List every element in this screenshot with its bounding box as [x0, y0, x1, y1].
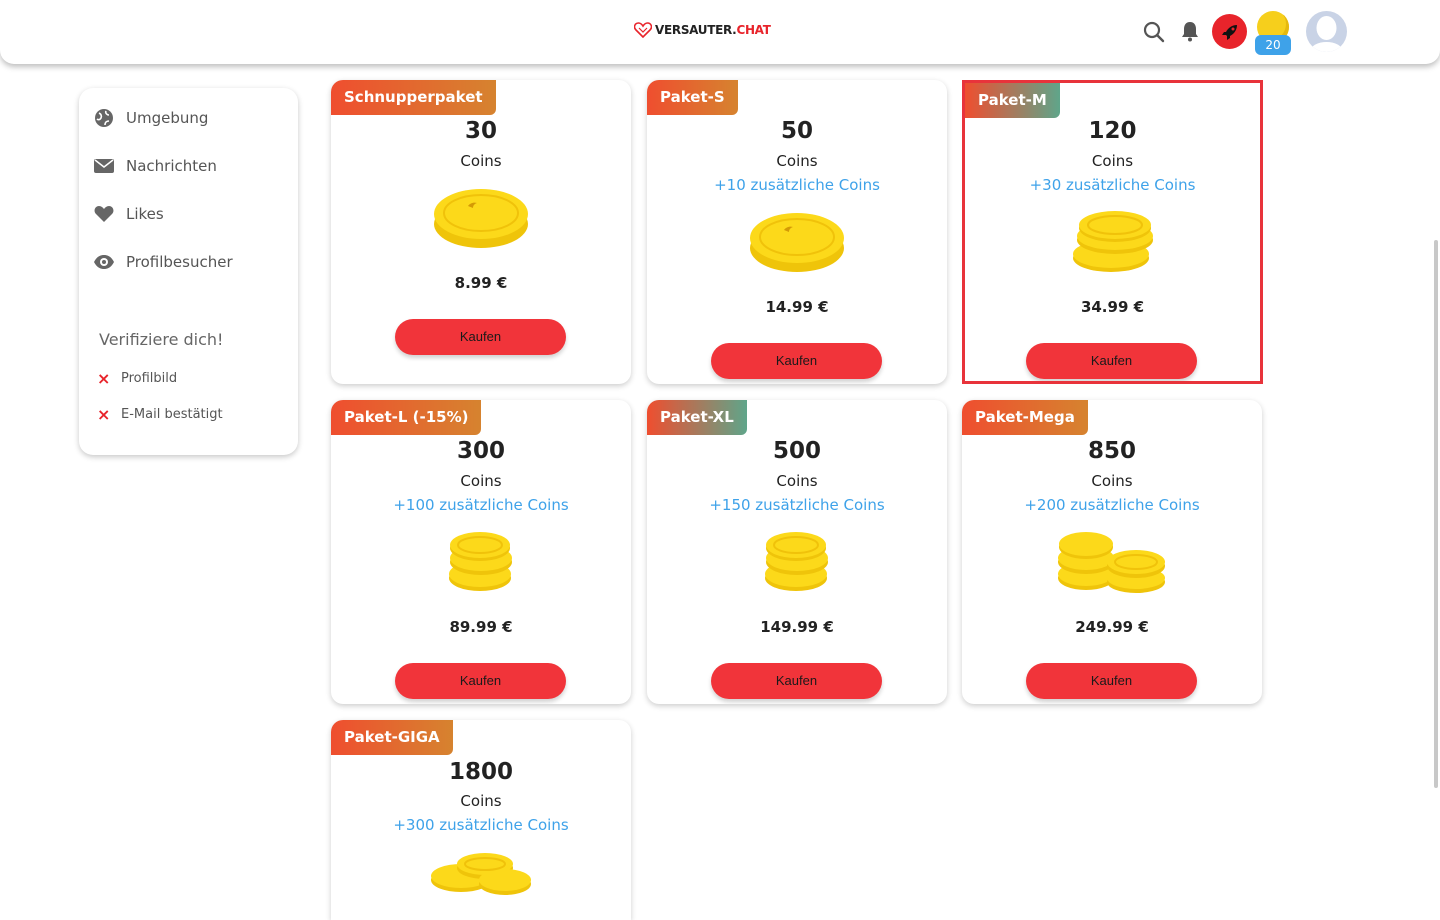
search-icon[interactable] [1142, 20, 1166, 48]
package-coin-amount: 850 [1087, 438, 1136, 464]
package-coin-amount: 300 [456, 438, 505, 464]
package-coin-unit: Coins [776, 152, 818, 170]
package-card[interactable]: Schnupperpaket 30 Coins 8.99 € Kaufen [331, 80, 631, 384]
buy-button[interactable]: Kaufen [711, 663, 882, 699]
coin-pile-icon [331, 850, 631, 910]
sidebar-item-profilbesucher[interactable]: Profilbesucher [94, 252, 233, 272]
package-price: 89.99 € [449, 618, 513, 636]
package-card-selected[interactable]: Paket-M 120 Coins +30 zusätzliche Coins … [962, 80, 1263, 384]
sidebar-item-label: Profilbesucher [126, 253, 233, 271]
package-bonus: +100 zusätzliche Coins [393, 496, 569, 514]
package-card[interactable]: Paket-XL 500 Coins +150 zusätzliche Coin… [647, 400, 947, 704]
buy-button[interactable]: Kaufen [395, 319, 566, 355]
package-coin-unit: Coins [460, 152, 502, 170]
package-price: 34.99 € [1080, 298, 1145, 316]
user-avatar[interactable] [1306, 11, 1347, 52]
coin-stack-icon [331, 530, 631, 594]
package-name-tag: Paket-Mega [962, 400, 1088, 435]
coin-balance-badge: 20 [1255, 35, 1291, 55]
package-card[interactable]: Paket-S 50 Coins +10 zusätzliche Coins 1… [647, 80, 947, 384]
package-coin-amount: 1800 [448, 759, 513, 785]
package-coin-unit: Coins [776, 472, 818, 490]
logo-text-accent: CHAT [736, 23, 771, 37]
logo-text-main: VERSAUTER. [655, 23, 737, 37]
package-coin-unit: Coins [460, 792, 502, 810]
buy-button[interactable]: Kaufen [1026, 343, 1197, 379]
package-name-tag: Paket-XL [647, 400, 747, 435]
verify-title: Verifiziere dich! [99, 330, 224, 349]
package-bonus: +10 zusätzliche Coins [714, 176, 880, 194]
close-icon: × [97, 369, 111, 388]
package-coin-unit: Coins [1091, 152, 1134, 170]
package-bonus: +300 zusätzliche Coins [393, 816, 569, 834]
coin-stack-icon [965, 210, 1260, 274]
sidebar-item-label: Likes [126, 205, 164, 223]
buy-button[interactable]: Kaufen [1026, 663, 1197, 699]
page-scrollbar[interactable] [1434, 240, 1438, 788]
package-coin-amount: 50 [780, 118, 813, 144]
verify-item-label: Profilbild [121, 371, 178, 386]
globe-icon [95, 109, 113, 127]
top-navigation-bar: VERSAUTER. CHAT 20 [0, 0, 1440, 64]
package-card[interactable]: Paket-L (-15%) 300 Coins +100 zusätzlich… [331, 400, 631, 704]
buy-button[interactable]: Kaufen [395, 663, 566, 699]
sidebar-item-label: Nachrichten [126, 157, 217, 175]
verify-item-profilbild[interactable]: × Profilbild [97, 369, 177, 388]
boost-rocket-button[interactable] [1212, 14, 1247, 49]
verify-item-email[interactable]: × E-Mail bestätigt [97, 405, 223, 424]
package-name-tag: Paket-GIGA [331, 720, 453, 755]
package-bonus: +30 zusätzliche Coins [1029, 176, 1196, 194]
site-logo[interactable]: VERSAUTER. CHAT [634, 22, 771, 38]
package-card[interactable]: Paket-Mega 850 Coins +200 zusätzliche Co… [962, 400, 1262, 704]
package-coin-unit: Coins [1091, 472, 1133, 490]
package-price: 149.99 € [760, 618, 834, 636]
eye-icon [94, 255, 114, 269]
close-icon: × [97, 405, 111, 424]
heart-logo-icon [634, 22, 652, 38]
package-name-tag: Paket-S [647, 80, 738, 115]
sidebar: Umgebung Nachrichten Likes Profilbesuche… [79, 88, 298, 455]
verify-item-label: E-Mail bestätigt [121, 407, 223, 422]
buy-button[interactable]: Kaufen [711, 343, 882, 379]
package-name-tag: Paket-M [965, 83, 1060, 118]
package-price: 8.99 € [454, 274, 508, 292]
package-price: 14.99 € [765, 298, 829, 316]
package-coin-amount: 500 [772, 438, 821, 464]
single-coin-icon [647, 210, 947, 274]
package-bonus: +150 zusätzliche Coins [709, 496, 885, 514]
sidebar-item-nachrichten[interactable]: Nachrichten [94, 156, 217, 176]
envelope-icon [94, 159, 114, 173]
package-bonus: +200 zusätzliche Coins [1024, 496, 1200, 514]
package-card[interactable]: Paket-GIGA 1800 Coins +300 zusätzliche C… [331, 720, 631, 920]
package-coin-amount: 120 [1088, 118, 1137, 144]
coin-stack-icon [647, 530, 947, 594]
package-name-tag: Paket-L (-15%) [331, 400, 482, 435]
single-coin-icon [331, 186, 631, 250]
package-price: 249.99 € [1075, 618, 1149, 636]
package-name-tag: Schnupperpaket [331, 80, 496, 115]
package-coin-unit: Coins [460, 472, 502, 490]
sidebar-item-umgebung[interactable]: Umgebung [94, 108, 208, 128]
rocket-icon [1221, 24, 1237, 40]
sidebar-item-label: Umgebung [126, 109, 209, 127]
notification-bell-icon[interactable] [1180, 20, 1200, 46]
coin-wallet-button[interactable]: 20 [1255, 11, 1291, 55]
package-coin-amount: 30 [464, 118, 497, 144]
sidebar-item-likes[interactable]: Likes [94, 204, 164, 224]
coin-stacks-icon [962, 530, 1262, 594]
heart-icon [94, 206, 114, 222]
